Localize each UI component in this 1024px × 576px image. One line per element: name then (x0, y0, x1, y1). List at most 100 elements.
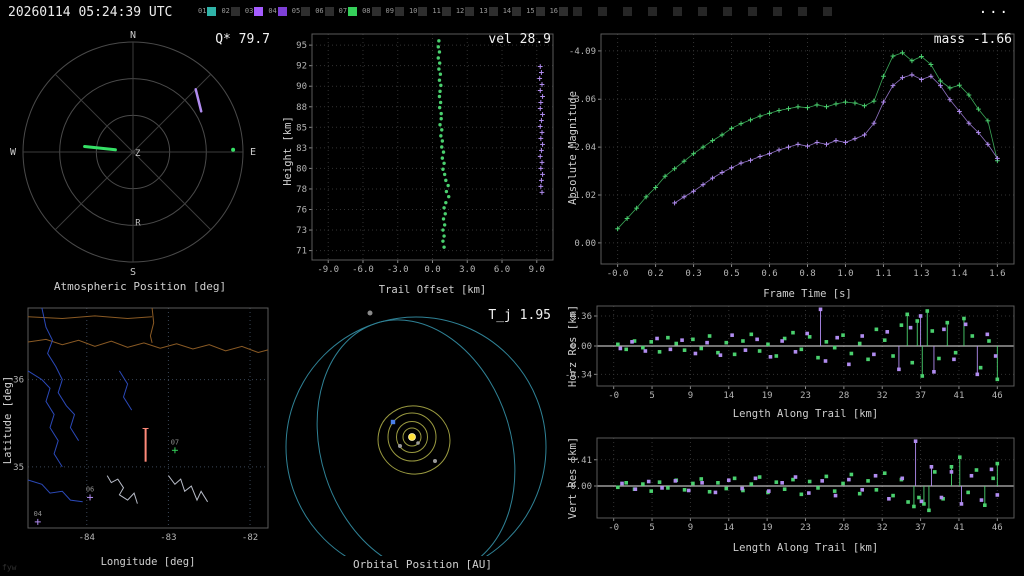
light-curve-plot[interactable]: -0.0 0.2 0.3 0.5 0.6 0.8 1.0 1.1 1.3 1.4 1.6 0.00 -1… (565, 26, 1024, 294)
planet-marker (433, 459, 437, 463)
x-tick-label: 46 (992, 391, 1003, 401)
station-cell-08[interactable]: 08 (362, 7, 381, 16)
station-status-box[interactable] (748, 7, 757, 16)
x-tick-label: 1.6 (989, 269, 1005, 279)
station-cell-06[interactable]: 06 (315, 7, 334, 16)
station-label: 10 (408, 7, 418, 15)
polar-plot[interactable]: N E S W Z R (0, 26, 280, 276)
station-cell-07[interactable]: 07 (338, 7, 358, 16)
state-border (149, 307, 155, 344)
overflow-menu-button[interactable]: ... (979, 1, 1010, 17)
axes: -0 5 9 14 19 23 28 32 37 41 46 0.36 0.00 -0.34 (565, 306, 1014, 401)
x-tick-label: 41 (954, 523, 965, 533)
x-tick-label: -0.0 (607, 269, 629, 279)
station-marker-label: 04 (34, 510, 42, 518)
y-tick-label: 85 (296, 123, 307, 133)
station-cell-16[interactable]: 16 (550, 7, 568, 16)
station-status-box (488, 7, 498, 16)
y-tick-label: 0.00 (570, 342, 592, 352)
station-status-box (324, 7, 334, 16)
station-status-box[interactable] (723, 7, 732, 16)
station-label: 14 (502, 7, 512, 15)
y-tick-label: 0.41 (570, 456, 592, 466)
station-status-box[interactable] (648, 7, 657, 16)
x-tick-label: -82 (242, 533, 258, 543)
x-tick-label: 37 (915, 391, 926, 401)
station-marker-07: 07 (171, 438, 179, 454)
station-status-box (512, 7, 522, 16)
x-tick-label: 5 (649, 523, 654, 533)
planet-marker (398, 444, 402, 448)
x-tick-label: 32 (877, 391, 888, 401)
height-profile-plot[interactable]: -9.0 -6.0 -3.0 0.0 3.0 6.0 9.0 71 73 76 78 80 83 85 88… (280, 26, 565, 288)
station-label: 07 (338, 7, 348, 15)
station-cell-13[interactable]: 13 (479, 7, 498, 16)
station-status-box[interactable] (598, 7, 607, 16)
station-cell-11[interactable]: 11 (432, 7, 451, 16)
orbit-plot[interactable] (280, 300, 565, 556)
station-status-box[interactable] (673, 7, 682, 16)
station-cell-04[interactable]: 04 (268, 7, 287, 16)
height-xlabel: Trail Offset [km] (378, 284, 487, 296)
meteor-dot (231, 147, 236, 152)
lightcurve-xlabel: Frame Time [s] (763, 288, 852, 300)
x-tick-label: 6.0 (494, 265, 510, 275)
station-label: 12 (455, 7, 465, 15)
panel-residuals: Horz Res [km] -0 5 9 14 19 23 28 32 37 41 46 0.36 0.… (565, 300, 1024, 576)
station-cell-14[interactable]: 14 (502, 7, 522, 16)
x-tick-label: 14 (723, 391, 734, 401)
compass-north-label: N (130, 30, 136, 41)
polar-grid (22, 41, 244, 263)
x-tick-label: 41 (954, 391, 965, 401)
station-status-box (371, 7, 381, 16)
station-status-box[interactable] (773, 7, 782, 16)
station-cell-05[interactable]: 05 (292, 7, 311, 16)
axes: -0.0 0.2 0.3 0.5 0.6 0.8 1.0 1.1 1.3 1.4 1.6 0.00 -1… (569, 34, 1014, 279)
horz-residuals-plot[interactable]: -0 5 9 14 19 23 28 32 37 41 46 0.36 0.00 -0.34 (565, 300, 1024, 412)
ground-map-plot[interactable]: -84 -83 -82 36 35 07 06 04 (0, 300, 280, 546)
x-tick-label: 32 (877, 523, 888, 533)
y-tick-label: 83 (296, 144, 307, 154)
y-tick-label: -3.06 (569, 95, 596, 105)
y-tick-label: -0.00 (565, 482, 592, 492)
purple-track (194, 88, 203, 113)
station-cell-10[interactable]: 10 (408, 7, 428, 16)
x-tick-label: 23 (800, 523, 811, 533)
radiant-label: R (135, 219, 141, 229)
station-status-box[interactable] (623, 7, 632, 16)
x-tick-label: 28 (838, 523, 849, 533)
station-status-box (465, 7, 475, 16)
planet-marker (367, 310, 373, 316)
vert-residuals-plot[interactable]: -0 5 9 14 19 23 28 32 37 41 46 0.41 -0.00 (565, 432, 1024, 544)
panel-atmospheric-position: Q* 79.7 N E S W Z R Atmospheric Position [deg… (0, 26, 280, 302)
station-cell-12[interactable]: 12 (455, 7, 475, 16)
x-tick-label: 1.4 (951, 269, 967, 279)
station-status-box (254, 7, 264, 16)
panel-ground-map: Latitude [deg] -84 -83 -82 36 35 07 06 04 Longi… (0, 300, 280, 576)
y-tick-label: -2.04 (569, 143, 596, 153)
station-status-box (394, 7, 404, 16)
station-label: 11 (432, 7, 441, 15)
x-tick-label: -84 (79, 533, 95, 543)
series-green (436, 39, 451, 249)
state-border (27, 315, 153, 320)
station-cell-09[interactable]: 09 (386, 7, 404, 16)
river (27, 370, 63, 468)
utc-timestamp: 20260114 05:24:39 UTC (8, 5, 173, 20)
titlebar: 20260114 05:24:39 UTC 01 02 03 04 05 06 07 08 09… (0, 0, 1024, 26)
station-status-box[interactable] (798, 7, 807, 16)
station-status-box[interactable] (698, 7, 707, 16)
station-marker-label: 07 (171, 438, 179, 446)
station-cell-02[interactable]: 02 (221, 7, 240, 16)
app-root: { "watermark": "fyw", "titlebar": { "tim… (0, 0, 1024, 576)
x-tick-label: 14 (723, 523, 734, 533)
station-status-box[interactable] (573, 7, 582, 16)
x-tick-label: 0.8 (799, 269, 815, 279)
station-cell-15[interactable]: 15 (526, 7, 545, 16)
y-tick-label: 95 (296, 41, 307, 51)
station-cell-01[interactable]: 01 (198, 7, 217, 16)
station-cell-03[interactable]: 03 (245, 7, 264, 16)
station-status-box[interactable] (823, 7, 832, 16)
x-tick-label: 5 (649, 391, 654, 401)
x-tick-label: -0 (608, 523, 619, 533)
